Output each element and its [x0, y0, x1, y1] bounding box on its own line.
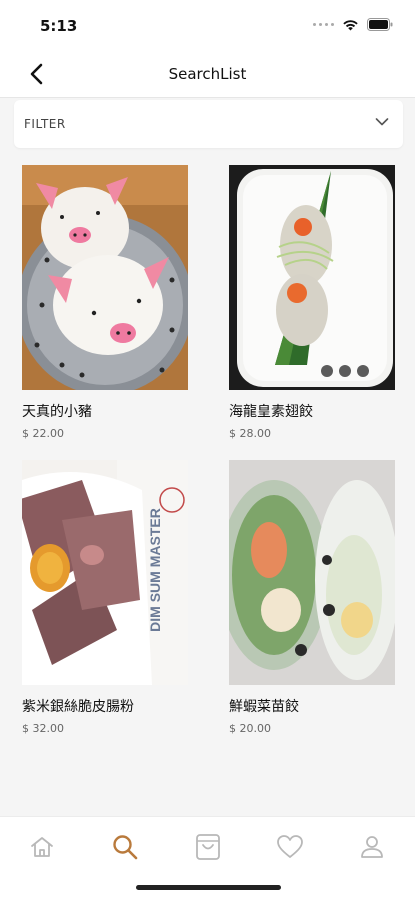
- product-image: [229, 460, 395, 685]
- home-icon: [31, 837, 53, 857]
- battery-icon: [367, 18, 393, 31]
- product-price: $ 22.00: [22, 427, 64, 440]
- product-card[interactable]: 鮮蝦菜苗餃 $ 20.00: [229, 460, 395, 735]
- status-icons: [313, 18, 393, 31]
- product-card[interactable]: DIM SUM MASTER 紫米銀絲脆皮腸粉 $ 32.00: [22, 460, 188, 735]
- product-card[interactable]: 天真的小豬 $ 22.00: [22, 165, 188, 440]
- product-image: DIM SUM MASTER: [22, 460, 188, 685]
- heart-icon: [277, 835, 303, 858]
- tab-home[interactable]: [22, 829, 62, 865]
- wifi-icon: [343, 19, 358, 30]
- product-price: $ 28.00: [229, 427, 271, 440]
- bag-icon: [196, 834, 220, 860]
- chevron-down-icon: [375, 118, 389, 126]
- tab-favorites[interactable]: [270, 829, 310, 865]
- product-image: [22, 165, 188, 390]
- filter-dropdown[interactable]: FILTER: [14, 100, 403, 148]
- product-name: 海龍皇素翅餃: [229, 404, 313, 420]
- navigation-bar: SearchList: [0, 50, 415, 98]
- status-bar: 5:13: [0, 0, 415, 50]
- search-icon: [113, 835, 138, 860]
- status-time: 5:13: [40, 17, 78, 35]
- search-list-screen: 5:13 SearchList FILTER 天真的小豬 $ 22.00 海龍皇…: [0, 0, 415, 900]
- product-price: $ 20.00: [229, 722, 271, 735]
- page-title: SearchList: [168, 65, 247, 83]
- svg-text:DIM SUM MASTER: DIM SUM MASTER: [147, 508, 163, 632]
- filter-label: FILTER: [24, 117, 66, 131]
- signal-dots-icon: [313, 23, 334, 26]
- product-name: 紫米銀絲脆皮腸粉: [22, 699, 134, 715]
- product-name: 天真的小豬: [22, 404, 92, 420]
- product-price: $ 32.00: [22, 722, 64, 735]
- tab-profile[interactable]: [352, 829, 392, 865]
- product-image: [229, 165, 395, 390]
- tab-bag[interactable]: [188, 829, 228, 865]
- product-name: 鮮蝦菜苗餃: [229, 699, 299, 715]
- product-card[interactable]: 海龍皇素翅餃 $ 28.00: [229, 165, 395, 440]
- profile-icon: [361, 836, 383, 858]
- tab-search[interactable]: [105, 829, 145, 865]
- home-indicator: [136, 885, 281, 890]
